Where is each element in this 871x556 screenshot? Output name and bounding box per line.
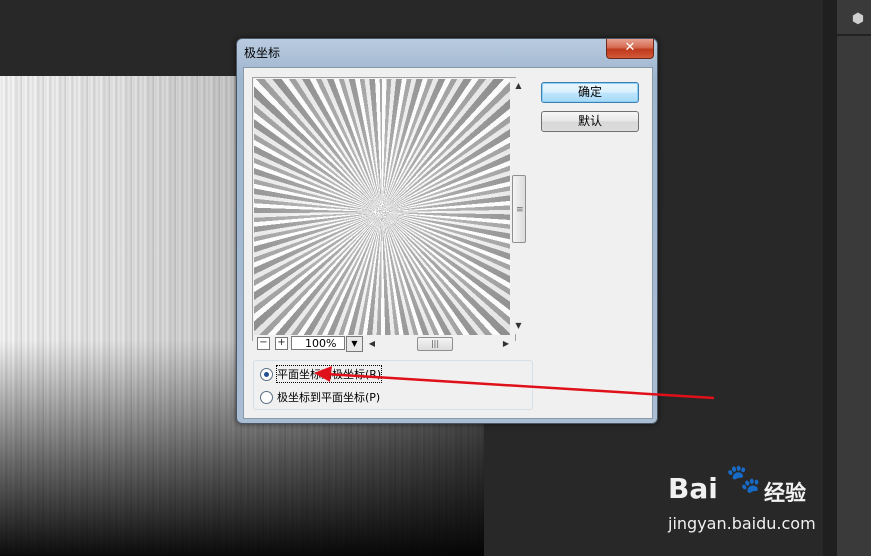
panel-strip (837, 0, 871, 556)
preview-image[interactable] (254, 79, 510, 335)
option-polar-to-rect-label: 极坐标到平面坐标(P) (277, 391, 381, 404)
option-polar-to-rect[interactable]: 极坐标到平面坐标(P) (260, 389, 380, 405)
baidu-jingyan-watermark: Bai 🐾 经验 jingyan.baidu.com (668, 462, 828, 542)
scroll-left-icon[interactable]: ◀ (365, 335, 379, 352)
ok-button[interactable]: 确定 (541, 82, 639, 103)
close-button[interactable]: ✕ (606, 39, 654, 59)
paw-icon: 🐾 (726, 462, 761, 495)
zoom-bar: − + 100% ▼ ◀ ||| ▶ (253, 335, 515, 352)
zoom-level-field[interactable]: 100% (291, 336, 345, 350)
scroll-up-icon[interactable]: ▲ (510, 78, 527, 94)
dialog-client-area: ▲ ≡ ▼ − + 100% ▼ ◀ ||| ▶ 确定 默认 平面坐标到极坐标(… (243, 67, 653, 419)
radio-polar-to-rect[interactable] (260, 390, 273, 404)
watermark-brand-text: 经验 (764, 481, 806, 505)
panel-divider (837, 34, 871, 36)
polar-coordinates-dialog: 极坐标 ✕ ▲ ≡ ▼ − + 100% ▼ ◀ ||| ▶ 确定 默认 平面坐… (236, 38, 658, 424)
zoom-in-button[interactable]: + (275, 337, 288, 350)
watermark-url: jingyan.baidu.com (668, 514, 816, 533)
dialog-title: 极坐标 (244, 46, 281, 60)
zoom-out-button[interactable]: − (257, 337, 270, 350)
option-rect-to-polar[interactable]: 平面坐标到极坐标(R) (260, 365, 383, 383)
vertical-scroll-thumb[interactable]: ≡ (512, 175, 526, 243)
scroll-down-icon[interactable]: ▼ (510, 318, 527, 334)
radio-rect-to-polar[interactable] (260, 367, 273, 381)
conversion-options-group: 平面坐标到极坐标(R) 极坐标到平面坐标(P) (253, 360, 533, 410)
horizontal-scroll-thumb[interactable]: ||| (417, 337, 453, 351)
dialog-titlebar[interactable]: 极坐标 ✕ (237, 39, 657, 65)
grip-icon: ≡ (516, 205, 524, 215)
option-rect-to-polar-label: 平面坐标到极坐标(R) (275, 365, 383, 383)
right-panel: ⬢ (823, 0, 871, 556)
close-icon: ✕ (624, 40, 636, 55)
chevron-down-icon[interactable]: ▼ (346, 336, 363, 352)
default-button[interactable]: 默认 (541, 111, 639, 132)
filter-preview: ▲ ≡ ▼ − + 100% ▼ ◀ ||| ▶ (252, 77, 527, 352)
preview-vertical-scrollbar[interactable]: ▲ ≡ ▼ (510, 78, 527, 334)
3d-cube-icon[interactable]: ⬢ (845, 6, 871, 32)
watermark-logo-text: Bai (668, 472, 718, 505)
scroll-right-icon[interactable]: ▶ (499, 335, 513, 352)
preview-horizontal-scrollbar[interactable]: ◀ ||| ▶ (365, 335, 515, 352)
